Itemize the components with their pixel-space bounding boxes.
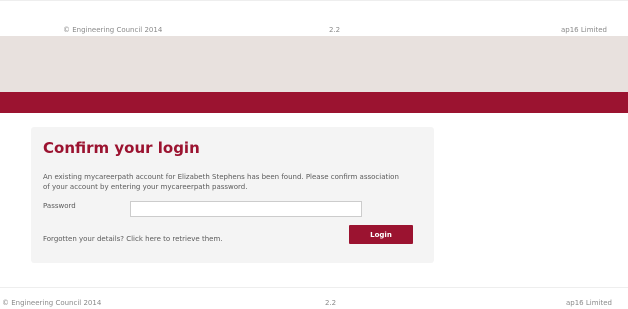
login-message: An existing mycareerpath account for Eli… — [43, 173, 399, 191]
login-card: Confirm your login An existing mycareerp… — [31, 127, 434, 263]
header-band — [0, 36, 628, 92]
footer-company: ap16 Limited — [561, 26, 607, 34]
footer-copyright: © Engineering Council 2014 — [63, 26, 163, 34]
footer-copyright: © Engineering Council 2014 — [2, 299, 102, 307]
password-label: Password — [43, 202, 76, 210]
brand-bar — [0, 92, 628, 113]
footer-company: ap16 Limited — [566, 299, 612, 307]
footer-version: 2.2 — [325, 299, 337, 307]
footer-top: © Engineering Council 2014 2.2 ap16 Limi… — [0, 0, 628, 36]
forgot-details-link[interactable]: Forgotten your details? Click here to re… — [43, 235, 223, 243]
login-button[interactable]: Login — [349, 225, 413, 244]
password-input[interactable] — [130, 201, 362, 217]
footer-bottom: © Engineering Council 2014 2.2 ap16 Limi… — [0, 287, 628, 309]
login-title: Confirm your login — [43, 139, 200, 157]
footer-version: 2.2 — [329, 26, 341, 34]
